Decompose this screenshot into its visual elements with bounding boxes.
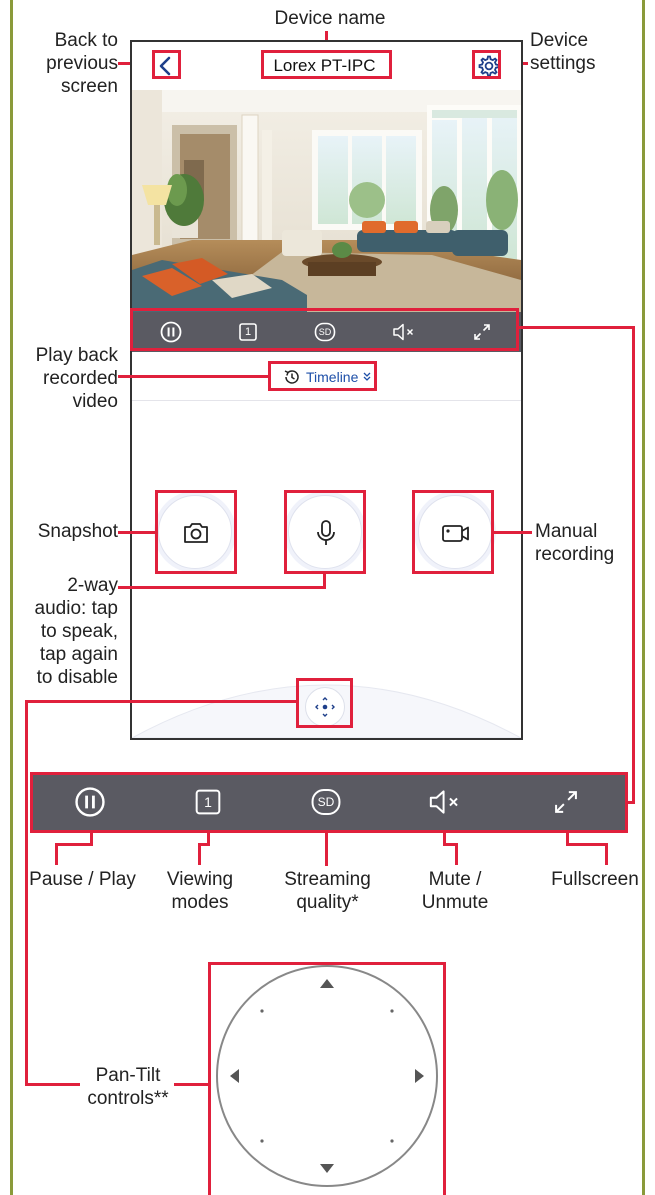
leader-line [323,574,326,589]
quality-button[interactable]: SD [309,785,343,819]
callout-two-way-audio: 2-way audio: tap to speak, tap again to … [34,575,118,688]
leader-line [118,531,155,534]
leader-line [519,326,635,329]
divider [132,400,521,401]
pause-icon[interactable] [73,785,107,819]
callout-back: Back to previous screen [46,30,118,97]
leader-line [632,326,635,804]
tilt-down-arrow[interactable] [320,1164,334,1173]
highlight-manual-recording [412,490,494,574]
highlight-device-name [261,50,392,79]
callout-mute-unmute: Mute / Unmute [421,869,489,913]
control-bar-enlarged: 1 SD [30,772,628,833]
callout-pan-tilt: Pan-Tilt controls** [87,1065,169,1109]
leader-line [25,1083,80,1086]
viewing-mode-button[interactable]: 1 [191,785,225,819]
leader-line [55,843,93,846]
highlight-ptz [296,678,353,728]
fullscreen-icon[interactable] [549,785,583,819]
leader-line [55,843,58,865]
callout-settings: Device settings [530,30,596,74]
callout-manual-recording: Manual recording [535,521,615,565]
ptz-dot [390,1139,394,1143]
highlight-back [152,50,181,79]
viewing-mode-value: 1 [204,794,212,810]
ptz-dot [260,1139,264,1143]
pan-tilt-joystick[interactable] [216,965,438,1187]
highlight-control-bar [130,308,519,351]
leader-line [118,375,268,378]
callout-snapshot: Snapshot [37,521,118,542]
leader-line [494,531,532,534]
live-video-feed[interactable] [132,90,521,312]
callout-playback: Play back recorded video [35,345,118,412]
ptz-dot [260,1009,264,1013]
highlight-audio [284,490,366,574]
leader-line [118,586,326,589]
pan-left-arrow[interactable] [230,1069,239,1083]
callout-fullscreen: Fullscreen [551,869,639,890]
leader-line [455,843,458,865]
leader-line [174,1083,210,1086]
pan-right-arrow[interactable] [415,1069,424,1083]
leader-line [325,830,328,866]
callout-streaming-quality: Streaming quality* [284,869,371,913]
callout-viewing-modes: Viewing modes [166,869,234,913]
highlight-settings [472,50,501,79]
leader-line [566,843,608,846]
living-room-image [132,90,521,312]
leader-line [25,700,296,703]
mute-icon[interactable] [425,785,465,819]
leader-line [605,843,608,865]
callout-device-name: Device name [274,8,386,29]
highlight-timeline [268,361,377,391]
ptz-dot [390,1009,394,1013]
highlight-snapshot [155,490,237,574]
quality-value: SD [317,795,335,809]
leader-line [198,843,201,865]
leader-line [25,700,28,1086]
tilt-up-arrow[interactable] [320,979,334,988]
callout-pause-play: Pause / Play [29,869,136,890]
